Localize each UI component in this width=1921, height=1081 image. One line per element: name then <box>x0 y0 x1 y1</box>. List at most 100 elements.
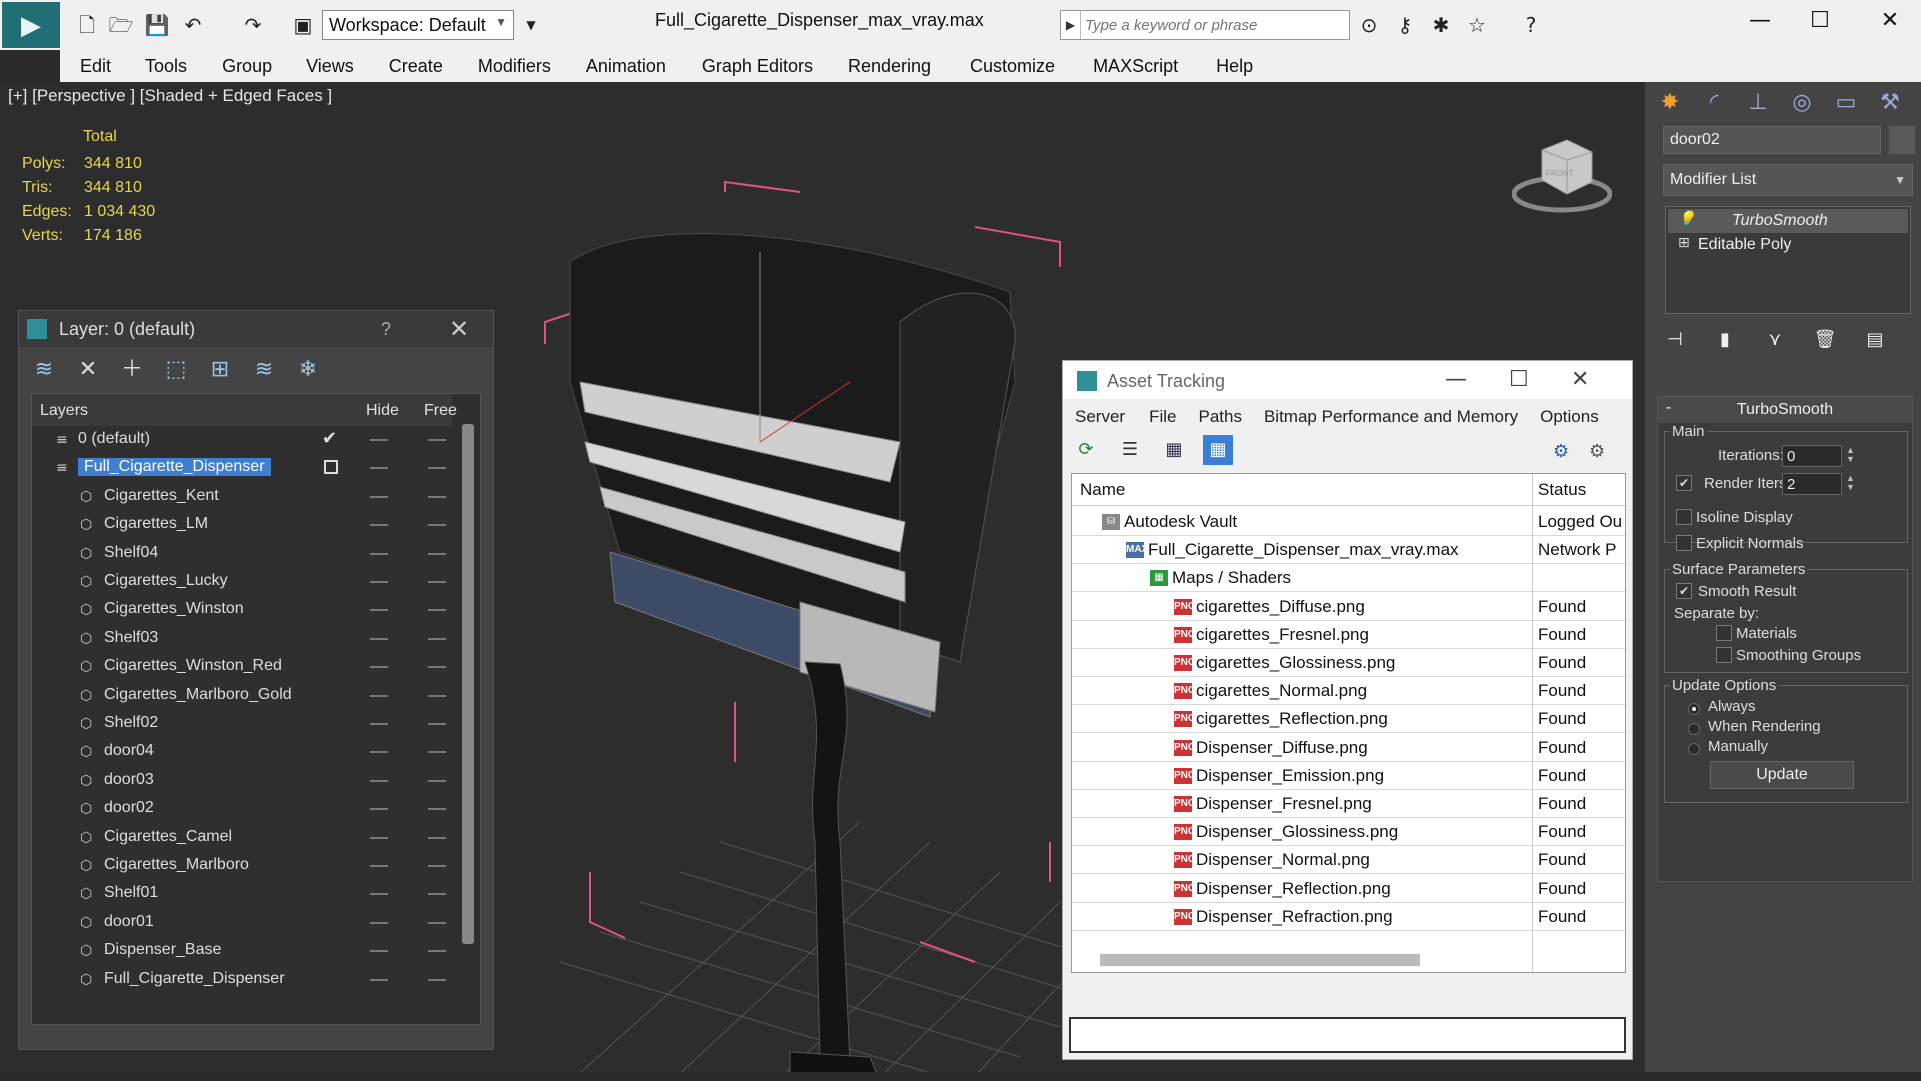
menu-group[interactable]: Group <box>222 50 272 82</box>
viewcube[interactable]: FRONT <box>1511 130 1613 220</box>
hide-toggle[interactable] <box>370 581 388 583</box>
help-icon[interactable]: ? <box>1518 12 1544 38</box>
collapse-icon[interactable]: - <box>1666 399 1671 417</box>
menu-bitmap-performance[interactable]: Bitmap Performance and Memory <box>1264 401 1518 431</box>
create-tab-icon[interactable]: ✸ <box>1653 86 1687 120</box>
layer-row[interactable]: ⬡ Cigarettes_Winston <box>32 596 452 624</box>
freeze-toggle[interactable] <box>428 439 446 441</box>
workspace-menu-icon[interactable]: ▼ <box>518 12 544 38</box>
freeze-toggle[interactable] <box>428 779 446 782</box>
minimize-icon[interactable]: — <box>1740 8 1780 38</box>
layer-row[interactable]: ⬡ door01 <box>32 909 452 937</box>
vault-settings-icon[interactable]: ⚙ <box>1589 441 1605 462</box>
hide-toggle[interactable] <box>370 978 388 981</box>
asset-row[interactable]: PNG cigarettes_Diffuse.png Found <box>1072 593 1625 621</box>
isoline-display-checkbox[interactable] <box>1676 509 1692 525</box>
display-tab-icon[interactable]: ▭ <box>1829 86 1863 120</box>
show-end-result-icon[interactable]: ▮ <box>1711 326 1739 354</box>
spinner-arrows-icon[interactable]: ▲ ▼ <box>1846 446 1855 464</box>
layer-row[interactable]: ⬡ Cigarettes_Camel <box>32 824 452 852</box>
stack-item-turbosmooth[interactable]: 💡 TurboSmooth <box>1668 209 1908 233</box>
hierarchy-tab-icon[interactable]: ⊥ <box>1741 86 1775 120</box>
asset-row[interactable]: PNG cigarettes_Fresnel.png Found <box>1072 621 1625 649</box>
asset-row[interactable]: PNG Dispenser_Reflection.png Found <box>1072 875 1625 903</box>
set-current-layer-icon[interactable] <box>324 460 338 475</box>
freeze-toggle[interactable] <box>428 694 446 697</box>
column-name[interactable]: Name <box>1080 480 1125 500</box>
freeze-toggle[interactable] <box>428 751 446 754</box>
asset-row[interactable]: PNG Dispenser_Refraction.png Found <box>1072 903 1625 931</box>
utilities-tab-icon[interactable]: ⚒ <box>1873 86 1907 120</box>
asset-row[interactable]: PNG Dispenser_Diffuse.png Found <box>1072 734 1625 762</box>
asset-row[interactable]: ▦ Maps / Shaders <box>1072 564 1625 593</box>
freeze-toggle[interactable] <box>428 666 446 669</box>
menu-options[interactable]: Options <box>1540 401 1599 431</box>
menu-paths[interactable]: Paths <box>1198 401 1241 431</box>
modifier-list-dropdown[interactable]: Modifier List ▼ <box>1663 164 1913 196</box>
turbosmooth-rollout-title[interactable]: - TurboSmooth <box>1658 397 1912 423</box>
horizontal-scrollbar[interactable] <box>1100 954 1420 966</box>
spinner-arrows-icon[interactable]: ▲ ▼ <box>1846 474 1855 492</box>
cigarette-dispenser-model[interactable] <box>569 233 1016 1072</box>
viewport-label[interactable]: [+] [Perspective ] [Shaded + Edged Faces… <box>8 86 332 106</box>
freeze-all-layers-icon[interactable]: ❄ <box>293 355 323 385</box>
thumbnail-view-icon[interactable]: ▦ <box>1159 435 1189 465</box>
menu-views[interactable]: Views <box>306 50 354 82</box>
layer-row[interactable]: ⬡ Cigarettes_Winston_Red <box>32 653 452 681</box>
hide-toggle[interactable] <box>370 524 388 527</box>
key-icon[interactable]: ⚷ <box>1392 12 1418 38</box>
freeze-toggle[interactable] <box>428 723 446 725</box>
column-layers[interactable]: Layers <box>40 402 88 420</box>
hide-toggle[interactable] <box>370 921 388 924</box>
app-logo-icon[interactable]: ▶ <box>2 2 60 48</box>
close-icon[interactable]: ✕ <box>449 315 469 344</box>
open-file-icon[interactable]: 🗁 <box>108 12 134 38</box>
column-freeze[interactable]: Free <box>424 402 457 420</box>
hide-toggle[interactable] <box>370 751 388 754</box>
communication-center-icon[interactable]: ✱ <box>1428 12 1454 38</box>
vault-help-icon[interactable]: ⚙ <box>1553 441 1569 462</box>
render-iters-checkbox[interactable]: ✔ <box>1676 475 1692 491</box>
column-hide[interactable]: Hide <box>366 402 399 420</box>
menu-animation[interactable]: Animation <box>586 50 666 82</box>
asset-row[interactable]: PNG cigarettes_Reflection.png Found <box>1072 705 1625 734</box>
asset-row[interactable]: PNG Dispenser_Fresnel.png Found <box>1072 790 1625 818</box>
freeze-toggle[interactable] <box>428 950 446 953</box>
current-layer-check-icon[interactable]: ✔ <box>322 428 337 449</box>
maximize-icon[interactable]: ☐ <box>1509 367 1529 392</box>
layer-row[interactable]: ⬡ Cigarettes_Marlboro <box>32 852 452 880</box>
remove-modifier-icon[interactable]: 🗑 <box>1811 326 1839 354</box>
asset-row[interactable]: PNG cigarettes_Normal.png Found <box>1072 677 1625 706</box>
freeze-toggle[interactable] <box>428 978 446 981</box>
hide-toggle[interactable] <box>370 865 388 867</box>
close-icon[interactable]: ✕ <box>1870 8 1910 38</box>
hide-toggle[interactable] <box>370 779 388 782</box>
explicit-normals-checkbox[interactable] <box>1676 535 1692 551</box>
object-color-swatch[interactable] <box>1889 126 1915 154</box>
menu-file[interactable]: File <box>1149 401 1176 431</box>
workspace-dropdown[interactable]: Workspace: Default ▼ <box>322 10 514 40</box>
vertical-scrollbar[interactable] <box>462 424 474 944</box>
freeze-toggle[interactable] <box>428 467 446 470</box>
project-folder-icon[interactable]: ▣ <box>290 12 316 38</box>
layer-row[interactable]: ⬡ Shelf02 <box>32 710 452 738</box>
freeze-toggle[interactable] <box>428 921 446 924</box>
menu-help[interactable]: Help <box>1216 50 1253 82</box>
asset-row[interactable]: PNG Dispenser_Glossiness.png Found <box>1072 818 1625 847</box>
layer-row[interactable]: ⬡ door04 <box>32 738 452 766</box>
configure-modifier-sets-icon[interactable]: ▤ <box>1861 326 1889 354</box>
motion-tab-icon[interactable]: ◎ <box>1785 86 1819 120</box>
always-radio[interactable] <box>1688 703 1700 715</box>
freeze-toggle[interactable] <box>428 808 446 811</box>
hide-toggle[interactable] <box>370 723 388 725</box>
menu-create[interactable]: Create <box>389 50 443 82</box>
menu-edit[interactable]: Edit <box>80 50 111 82</box>
asset-row[interactable]: MAX Full_Cigarette_Dispenser_max_vray.max… <box>1072 536 1625 565</box>
freeze-toggle[interactable] <box>428 495 446 498</box>
column-status[interactable]: Status <box>1538 480 1586 500</box>
hide-toggle[interactable] <box>370 666 388 669</box>
modify-tab-icon[interactable]: ◜ <box>1697 86 1731 120</box>
search-input[interactable] <box>1085 14 1345 36</box>
asset-tracking-header[interactable]: Asset Tracking — ☐ ✕ <box>1063 361 1632 399</box>
refresh-icon[interactable]: ⟳ <box>1071 435 1101 465</box>
